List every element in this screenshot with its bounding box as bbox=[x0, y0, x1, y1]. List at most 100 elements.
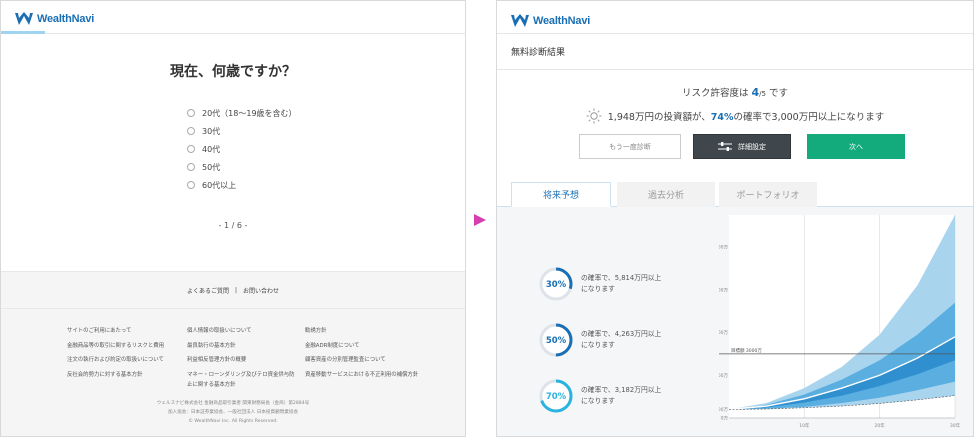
probability-row: 30% の確率で、5,814万円以上 になります bbox=[537, 265, 661, 303]
sun-icon bbox=[586, 108, 602, 124]
copyright: ウェルスナビ株式会社 金融商品取引業者 関東財務局長（金商）第2884号 加入協… bbox=[1, 399, 465, 426]
y-tick-label: 4000万 bbox=[719, 330, 728, 336]
risk-denominator: /5 bbox=[759, 90, 766, 98]
probability-ring: 50% bbox=[539, 323, 573, 357]
header-divider bbox=[497, 33, 973, 34]
contact-link[interactable]: お問い合わせ bbox=[243, 286, 279, 295]
y-tick-label: 400万 bbox=[719, 407, 728, 413]
footer-link[interactable]: 個人情報の取扱いについて bbox=[187, 324, 295, 339]
detail-settings-button[interactable]: 詳細設定 bbox=[693, 134, 791, 159]
detail-settings-label: 詳細設定 bbox=[738, 142, 766, 151]
copyright-text: © WealthNavi Inc. All Rights Reserved. bbox=[188, 419, 278, 424]
x-tick-label: 20年 bbox=[875, 422, 886, 429]
probability-line: の確率で、4,263万円以上 bbox=[581, 330, 662, 338]
risk-suffix: です bbox=[765, 88, 789, 99]
logo-text: WealthNavi bbox=[533, 15, 591, 27]
footer-column-3: 勧誘方針 金融ADR制度について 顧客資産の分別管理監査について 資産移動サービ… bbox=[305, 324, 418, 382]
target-label: 目標額 3000万 bbox=[731, 347, 762, 354]
radio-button[interactable] bbox=[187, 145, 195, 153]
projection-text: 1,948万円の投資額が、 bbox=[607, 112, 711, 123]
question-title: 現在、何歳ですか？ bbox=[170, 64, 296, 80]
forecast-chart: 10年 20年 30年 0万 400万 2000万 4000万 6000万 8000万目標額 3… bbox=[719, 215, 961, 429]
x-tick-label: 30年 bbox=[950, 422, 961, 429]
radio-button[interactable] bbox=[187, 109, 195, 117]
option-50s[interactable]: 50代 bbox=[187, 158, 297, 176]
footer-link[interactable]: 反社会的勢力に対する基本方針 bbox=[67, 368, 164, 383]
projection-pct: 74% bbox=[710, 112, 734, 123]
probability-line: になります bbox=[581, 341, 615, 349]
tab-portfolio[interactable]: ポートフォリオ bbox=[719, 182, 817, 207]
footer-link[interactable]: 顧客資産の分別管理監査について bbox=[305, 353, 418, 368]
wealthnavi-logo[interactable]: WealthNavi bbox=[511, 14, 590, 28]
radio-button[interactable] bbox=[187, 163, 195, 171]
footer-link[interactable]: 金融商品等の取引に関するリスクと費用 bbox=[67, 339, 164, 354]
footer-link[interactable]: 止に関する基本方針 bbox=[187, 382, 295, 389]
probability-line: の確率で、3,182万円以上 bbox=[581, 386, 662, 394]
wealthnavi-logo-icon bbox=[15, 12, 33, 25]
faq-link[interactable]: よくあるご質問 bbox=[187, 286, 229, 295]
probability-ring: 70% bbox=[539, 379, 573, 413]
footer-link[interactable]: サイトのご利用にあたって bbox=[67, 324, 164, 339]
footer-link[interactable]: 勧誘方針 bbox=[305, 324, 418, 339]
probability-text: の確率で、3,182万円以上 になります bbox=[581, 385, 661, 407]
option-40s[interactable]: 40代 bbox=[187, 140, 297, 158]
footer-link[interactable]: 金融ADR制度について bbox=[305, 339, 418, 354]
forecast-panel: 30% の確率で、5,814万円以上 になります 50% の確率で、4,263万… bbox=[497, 207, 973, 436]
footer-links: サイトのご利用にあたって 金融商品等の取引に関するリスクと費用 注文の執行および… bbox=[1, 309, 465, 436]
probability-line: の確率で、5,814万円以上 bbox=[581, 274, 662, 282]
probability-text: の確率で、5,814万円以上 になります bbox=[581, 273, 661, 295]
page-title: 無料診断結果 bbox=[511, 48, 566, 58]
result-screen: WealthNavi 無料診断結果 リスク許容度は 4/5 です 1,948万円… bbox=[496, 0, 974, 437]
wealthnavi-logo-icon bbox=[511, 14, 529, 27]
arrow-right-icon bbox=[474, 214, 486, 226]
probability-line: になります bbox=[581, 397, 615, 405]
progress-bar bbox=[1, 31, 45, 34]
logo-text: WealthNavi bbox=[37, 13, 95, 25]
y-tick-label: 6000万 bbox=[719, 287, 728, 293]
option-label: 20代（18〜19歳を含む） bbox=[202, 108, 297, 118]
option-30s[interactable]: 30代 bbox=[187, 122, 297, 140]
tab-forecast[interactable]: 将来予想 bbox=[511, 182, 611, 207]
footer-column-1: サイトのご利用にあたって 金融商品等の取引に関するリスクと費用 注文の執行および… bbox=[67, 324, 164, 382]
retry-button[interactable]: もう一度診断 bbox=[579, 134, 681, 159]
footer-link[interactable]: マネー・ローンダリング及びテロ資金供与防 bbox=[187, 368, 295, 383]
tab-history[interactable]: 過去分析 bbox=[617, 182, 715, 207]
questionnaire-screen: WealthNavi 現在、何歳ですか？ 20代（18〜19歳を含む） 30代 … bbox=[0, 0, 466, 437]
projection-summary: 1,948万円の投資額が、74%の確率で3,000万円以上になります bbox=[497, 108, 973, 124]
title-divider bbox=[497, 69, 973, 70]
risk-tolerance: リスク許容度は 4/5 です bbox=[497, 85, 973, 99]
probability-row: 50% の確率で、4,263万円以上 になります bbox=[537, 321, 661, 359]
probability-text: の確率で、4,263万円以上 になります bbox=[581, 329, 661, 351]
radio-button[interactable] bbox=[187, 181, 195, 189]
option-label: 50代 bbox=[202, 162, 221, 172]
page-indicator: - 1 / 6 - bbox=[218, 221, 248, 230]
separator: | bbox=[234, 286, 238, 294]
sliders-icon bbox=[718, 142, 732, 151]
association-info: 加入協会：日本証券業協会、一般社団法人 日本投資顧問業協会 bbox=[167, 410, 299, 415]
footer-link[interactable]: 利益相反管理方針の概要 bbox=[187, 353, 295, 368]
company-info: ウェルスナビ株式会社 金融商品取引業者 関東財務局長（金商）第2884号 bbox=[156, 401, 310, 406]
footer-column-2: 個人情報の取扱いについて 最良執行の基本方針 利益相反管理方針の概要 マネー・ロ… bbox=[187, 324, 295, 389]
footer-link[interactable]: 資産移動サービスにおける不正利用の補償方針 bbox=[305, 368, 418, 383]
next-button[interactable]: 次へ bbox=[807, 134, 905, 159]
probability-ring: 30% bbox=[539, 267, 573, 301]
option-label: 40代 bbox=[202, 144, 221, 154]
ring-percent: 70% bbox=[546, 392, 567, 402]
option-20s[interactable]: 20代（18〜19歳を含む） bbox=[187, 104, 297, 122]
risk-prefix: リスク許容度は bbox=[681, 88, 752, 99]
footer-link[interactable]: 最良執行の基本方針 bbox=[187, 339, 295, 354]
ring-percent: 30% bbox=[546, 280, 567, 290]
radio-button[interactable] bbox=[187, 127, 195, 135]
projection-text-2: の確率で3,000万円以上になります bbox=[733, 112, 885, 123]
wealthnavi-logo[interactable]: WealthNavi bbox=[15, 12, 94, 26]
option-label: 60代以上 bbox=[202, 180, 237, 190]
footer-link[interactable]: 注文の執行および約定の取扱いについて bbox=[67, 353, 164, 368]
footer-help-bar: よくあるご質問 | お問い合わせ bbox=[1, 271, 465, 309]
age-options: 20代（18〜19歳を含む） 30代 40代 50代 60代以上 bbox=[187, 104, 297, 194]
option-60s-plus[interactable]: 60代以上 bbox=[187, 176, 297, 194]
probability-row: 70% の確率で、3,182万円以上 になります bbox=[537, 377, 661, 415]
probability-line: になります bbox=[581, 285, 615, 293]
option-label: 30代 bbox=[202, 126, 221, 136]
y-tick-label: 8000万 bbox=[719, 245, 728, 251]
y-tick-label: 2000万 bbox=[719, 373, 728, 379]
